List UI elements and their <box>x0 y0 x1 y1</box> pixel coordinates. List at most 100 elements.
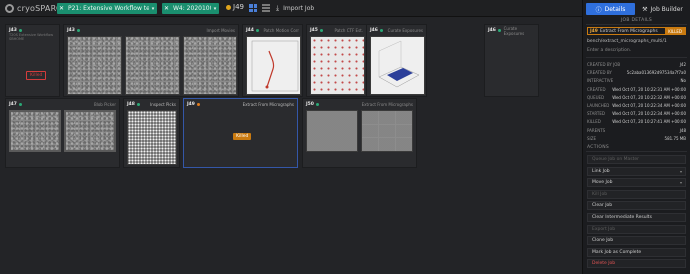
action-label: Clear Job <box>592 203 613 209</box>
job-id: J46 <box>488 28 496 33</box>
workspace-label: W4: 20201006 <box>173 5 211 12</box>
status-dot <box>497 29 501 32</box>
job-id: J48 <box>127 102 135 107</box>
job-card-j46-curate[interactable]: J46 Curate Exposures <box>484 24 539 97</box>
card-view-icon[interactable] <box>249 4 257 12</box>
metadata-key: CREATED BY <box>587 70 612 76</box>
selected-job-type: Extract From Micrographs <box>599 28 658 34</box>
tab-job-builder-label: Job Builder <box>650 5 683 13</box>
queue-job-on-master-button: Queue Job on Master <box>587 155 686 164</box>
motion-trajectory-plot <box>246 36 301 95</box>
delete-job-button[interactable]: Delete Job <box>587 259 686 269</box>
metadata-value: 5c2aba013692d97534a7f7a0 <box>626 70 686 76</box>
action-label: Mark Job as Complete <box>592 249 642 255</box>
status-badge: Killed <box>26 71 47 80</box>
job-card-j45[interactable]: J45 Patch CTF Est. <box>306 24 367 97</box>
job-status-badge: KILLED <box>665 28 685 34</box>
status-badge: Killed <box>233 133 252 140</box>
job-status-dot <box>226 5 231 10</box>
action-label: Clone Job <box>592 238 614 244</box>
status-dot <box>18 29 22 32</box>
app-logo[interactable]: cryoSPARC <box>5 3 62 14</box>
job-path: bench/extract_micrographs_multi/1 <box>587 39 667 44</box>
download-icon: ⤓ <box>276 4 280 12</box>
selected-job-id: J49 <box>590 28 598 34</box>
tab-details[interactable]: ⓘ Details <box>586 3 635 15</box>
job-type: Patch CTF Est. <box>334 28 363 33</box>
action-label: Export Job <box>592 226 616 232</box>
tab-details-label: Details <box>604 5 626 13</box>
metadata-value: J42 <box>679 62 686 67</box>
metadata-key: KILLED <box>587 119 601 125</box>
job-type: Curate Exposures <box>387 28 423 33</box>
job-type: Curate Exposures <box>503 25 525 36</box>
particles-thumbnail <box>306 110 358 152</box>
job-type: Blob Picker <box>93 102 116 107</box>
status-dot <box>379 29 383 32</box>
ctf-surface-plot <box>370 36 425 95</box>
job-type: Import Movies <box>206 28 235 33</box>
metadata-key: INTERACTIVE <box>587 78 614 84</box>
clear-job-button[interactable]: Clear Job <box>587 201 686 211</box>
divider <box>586 57 687 58</box>
mark-job-as-complete-button[interactable]: Mark Job as Complete <box>587 247 686 257</box>
micrograph-thumbnail <box>183 36 237 95</box>
trajectory-chart <box>251 40 299 92</box>
job-card-j48[interactable]: J48 Inspect Picks <box>123 98 180 168</box>
move-job-button[interactable]: Move Job ▾ <box>587 178 686 188</box>
export-job-button: Export Job <box>587 224 686 234</box>
top-bar: cryoSPARC ✕ P21: Extensive Workflow test… <box>0 0 582 17</box>
job-details-heading: JOB DETAILS <box>620 18 653 23</box>
link-job-button[interactable]: Link Job ▾ <box>587 166 686 176</box>
job-card-j46[interactable]: J46 Curate Exposures <box>366 24 427 97</box>
current-job-id[interactable]: J49 <box>233 3 244 11</box>
job-id: J49 <box>187 102 195 107</box>
close-workspace-icon[interactable]: ✕ <box>162 5 171 12</box>
metadata-row-queued: QUEUED Wed Oct 07, 20 10:22:32 AM +00:00 <box>587 95 686 101</box>
job-card-j47[interactable]: J47 Blob Picker <box>5 98 120 168</box>
metadata-value: Wed Oct 07, 20 10:22:32 AM +00:00 <box>612 94 686 100</box>
job-card-j44[interactable]: J44 Patch Motion Corr <box>242 24 303 97</box>
chevron-down-icon: ▾ <box>679 168 682 174</box>
job-card-j49[interactable]: J49 Extract From Micrographs Killed <box>183 98 298 168</box>
job-card-j43-workspace[interactable]: J43 T20S Extensive Workflow SBHOME Kille… <box>5 24 60 97</box>
particle-stack-grid <box>361 110 413 152</box>
micrograph-thumbnail <box>67 36 122 95</box>
metadata-value: No <box>680 78 686 84</box>
status-dot <box>255 29 259 32</box>
description-input[interactable]: Enter a description. <box>587 48 631 53</box>
metadata-row-created-by: CREATED BY 5c2aba013692d97534a7f7a0 <box>587 70 686 76</box>
inspect-picks-thumbnail <box>127 110 177 165</box>
selected-job-header: J49 Extract From Micrographs KILLED <box>587 27 686 35</box>
picks-thumbnail <box>9 110 61 152</box>
job-id: J43 <box>67 28 75 33</box>
job-id: J47 <box>9 102 17 107</box>
chevron-down-icon[interactable]: ▾ <box>211 6 219 12</box>
import-job-label: Import Job <box>283 5 315 12</box>
details-sidebar: ⓘ Details ⚒ Job Builder JOB DETAILS J49 … <box>582 0 690 274</box>
tree-view-icon[interactable] <box>262 4 270 12</box>
metadata-row-created: CREATED Wed Oct 07, 20 10:22:31 AM +00:00 <box>587 87 686 93</box>
job-card-j50[interactable]: J50 Extract From Micrographs <box>302 98 417 168</box>
job-canvas[interactable]: J43 T20S Extensive Workflow SBHOME Kille… <box>0 17 582 274</box>
chevron-down-icon[interactable]: ▾ <box>149 6 157 12</box>
tab-job-builder[interactable]: ⚒ Job Builder <box>638 3 687 15</box>
clear-intermediate-results-button[interactable]: Clear Intermediate Results <box>587 213 686 222</box>
workspace-selector[interactable]: ✕ W4: 20201006 ▾ <box>162 3 219 14</box>
metadata-value: Wed Oct 07, 20 10:22:34 AM +00:00 <box>612 111 686 117</box>
clone-job-button[interactable]: Clone Job <box>587 236 686 246</box>
job-subtitle: T20S Extensive Workflow SBHOME <box>9 33 54 41</box>
import-job-button[interactable]: ⤓ Import Job <box>276 3 314 14</box>
status-dot <box>315 103 319 106</box>
metadata-row-launched: LAUNCHED Wed Oct 07, 20 10:22:34 AM +00:0… <box>587 103 686 109</box>
chevron-down-icon: ▾ <box>679 180 682 186</box>
kill-job-button: Kill Job <box>587 189 686 199</box>
close-project-icon[interactable]: ✕ <box>57 5 66 12</box>
project-selector[interactable]: ✕ P21: Extensive Workflow testing ▾ <box>57 3 157 14</box>
metadata-row-started: STARTED Wed Oct 07, 20 10:22:34 AM +00:00 <box>587 111 686 117</box>
app-name: cryoSPARC <box>17 4 62 13</box>
metadata-value: Wed Oct 07, 20 10:27:41 AM +00:00 <box>612 119 686 125</box>
job-card-j43-import[interactable]: J43 Import Movies <box>63 24 239 97</box>
surface-chart <box>378 40 420 88</box>
action-label: Delete Job <box>592 261 616 267</box>
